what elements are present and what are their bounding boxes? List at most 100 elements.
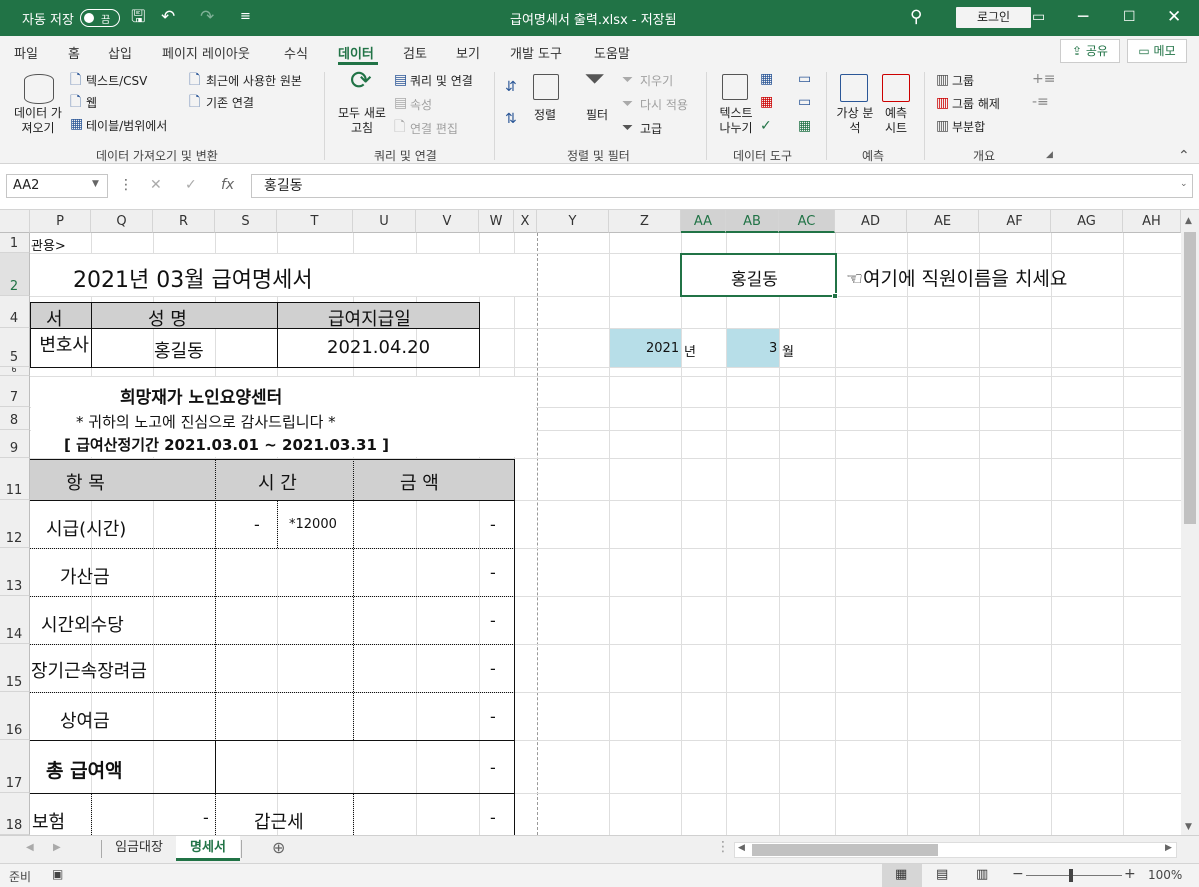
tab-developer[interactable]: 개발 도구 — [510, 43, 562, 62]
remove-duplicates-icon[interactable]: ▦ — [760, 95, 773, 109]
text-to-columns-button[interactable]: 텍스트 나누기 — [716, 106, 756, 136]
row-header-selected[interactable]: 2 — [0, 253, 30, 296]
group-button[interactable]: 그룹 — [952, 72, 974, 89]
column-header[interactable]: T — [277, 210, 353, 233]
data-validation-icon[interactable]: ✓ — [760, 119, 772, 133]
hide-detail-icon[interactable]: -≡ — [1032, 95, 1049, 109]
column-header[interactable]: AD — [835, 210, 907, 233]
tab-review[interactable]: 검토 — [403, 43, 427, 62]
ribbon-display-icon[interactable]: ▭ — [1032, 6, 1045, 28]
cancel-icon[interactable]: ✕ — [150, 177, 162, 193]
scroll-up-icon[interactable]: ▲ — [1185, 216, 1192, 226]
scroll-thumb[interactable] — [1184, 232, 1196, 524]
year-input[interactable]: 2021 — [646, 341, 679, 356]
edit-links-button[interactable]: 연결 편집 — [410, 120, 458, 137]
column-header[interactable]: V — [416, 210, 479, 233]
tab-data[interactable]: 데이터 — [338, 43, 374, 62]
forecast-sheet-button[interactable]: 예측 시트 — [878, 106, 914, 136]
select-all-corner[interactable] — [0, 210, 30, 233]
expand-formula-icon[interactable]: ⌄ — [1180, 179, 1188, 189]
collapse-ribbon-icon[interactable]: ⌃ — [1178, 149, 1190, 163]
reapply-button[interactable]: 다시 적용 — [640, 96, 688, 113]
show-detail-icon[interactable]: +≡ — [1032, 72, 1055, 86]
tab-formulas[interactable]: 수식 — [284, 43, 308, 62]
minimize-icon[interactable]: ─ — [1078, 6, 1088, 28]
scroll-right-icon[interactable]: ▶ — [1165, 843, 1172, 853]
advanced-button[interactable]: 고급 — [640, 120, 662, 137]
consolidate-icon[interactable]: ▭ — [798, 72, 811, 86]
clear-button[interactable]: 지우기 — [640, 72, 673, 89]
formula-input[interactable]: 홍길동 — [251, 174, 1193, 198]
recent-sources-button[interactable]: 최근에 사용한 원본 — [206, 72, 302, 89]
dialog-launcher-icon[interactable]: ◢ — [1046, 148, 1053, 162]
row-header[interactable]: 1 — [0, 233, 30, 253]
row-header[interactable]: 17 — [0, 740, 30, 793]
row-header[interactable]: 15 — [0, 644, 30, 692]
undo-icon[interactable]: ↶ — [161, 6, 175, 28]
row-header[interactable]: 9 — [0, 430, 30, 458]
column-header[interactable]: AF — [979, 210, 1051, 233]
column-header[interactable]: AE — [907, 210, 979, 233]
ungroup-button[interactable]: 그룹 해제 — [952, 95, 1000, 112]
redo-icon[interactable]: ↷ — [200, 6, 214, 28]
column-header[interactable]: S — [215, 210, 277, 233]
column-header[interactable]: AH — [1123, 210, 1181, 233]
sort-asc-icon[interactable]: ⇵ — [505, 80, 517, 94]
row-header[interactable]: 16 — [0, 692, 30, 740]
sort-desc-icon[interactable]: ⇅ — [505, 112, 517, 126]
macro-record-icon[interactable]: ▣ — [52, 867, 63, 881]
zoom-out-icon[interactable]: − — [1012, 866, 1024, 882]
row-header[interactable]: 4 — [0, 296, 30, 328]
autosave-toggle[interactable]: 끔 — [80, 9, 120, 27]
text-csv-button[interactable]: 텍스트/CSV — [86, 72, 147, 89]
what-if-button[interactable]: 가상 분석 — [836, 106, 874, 136]
column-header[interactable]: Q — [91, 210, 153, 233]
properties-button[interactable]: 속성 — [410, 96, 432, 113]
flash-fill-icon[interactable]: ▦ — [760, 72, 773, 86]
row-header[interactable]: 13 — [0, 548, 30, 596]
login-button[interactable]: 로그인 — [956, 7, 1031, 28]
enter-icon[interactable]: ✓ — [185, 177, 197, 193]
column-header[interactable]: Z — [609, 210, 681, 233]
row-header[interactable]: 12 — [0, 500, 30, 548]
scroll-down-icon[interactable]: ▼ — [1185, 822, 1192, 832]
subtotal-button[interactable]: 부분합 — [952, 118, 985, 135]
zoom-level[interactable]: 100% — [1148, 868, 1182, 882]
scroll-left-icon[interactable]: ◀ — [738, 843, 745, 853]
prev-sheet-icon[interactable]: ◀ — [26, 842, 34, 853]
month-input[interactable]: 3 — [769, 341, 777, 356]
save-icon[interactable]: 🖫 — [131, 6, 145, 28]
zoom-slider-thumb[interactable] — [1069, 869, 1073, 882]
tab-view[interactable]: 보기 — [456, 43, 480, 62]
column-header[interactable]: P — [30, 210, 91, 233]
row-header[interactable]: 11 — [0, 458, 30, 500]
data-model-icon[interactable]: ▦ — [798, 119, 811, 133]
queries-connections-button[interactable]: 쿼리 및 연결 — [410, 72, 473, 89]
hscroll-thumb[interactable] — [752, 844, 938, 856]
column-header[interactable]: X — [514, 210, 537, 233]
comments-button[interactable]: ▭ 메모 — [1127, 39, 1187, 63]
normal-view-icon[interactable]: ▦ — [895, 867, 907, 882]
row-header[interactable]: 14 — [0, 596, 30, 644]
zoom-in-icon[interactable]: + — [1124, 866, 1136, 882]
name-box-dropdown-icon[interactable]: ▼ — [92, 179, 99, 189]
column-header[interactable]: W — [479, 210, 514, 233]
column-header[interactable]: R — [153, 210, 215, 233]
add-sheet-icon[interactable]: ⊕ — [272, 838, 285, 857]
row-header[interactable]: 6 — [0, 367, 30, 376]
customize-toolbar-icon[interactable]: ≡ — [240, 6, 251, 28]
row-header[interactable]: 7 — [0, 376, 30, 407]
refresh-all-button[interactable]: 모두 새로 고침 — [334, 106, 390, 136]
zoom-slider[interactable] — [1026, 875, 1122, 876]
column-header-selected[interactable]: AB — [726, 210, 779, 233]
get-data-button[interactable]: 데이터 가져오기 — [10, 106, 66, 136]
row-header[interactable]: 8 — [0, 407, 30, 430]
tab-help[interactable]: 도움말 — [594, 43, 630, 62]
tab-insert[interactable]: 삽입 — [108, 43, 132, 62]
next-sheet-icon[interactable]: ▶ — [53, 842, 61, 853]
column-header-selected[interactable]: AC — [779, 210, 835, 233]
page-layout-view-icon[interactable]: ▤ — [936, 867, 948, 882]
share-button[interactable]: ⇪ 공유 — [1060, 39, 1120, 63]
tab-home[interactable]: 홈 — [68, 43, 80, 62]
row-header[interactable]: 5 — [0, 328, 30, 367]
